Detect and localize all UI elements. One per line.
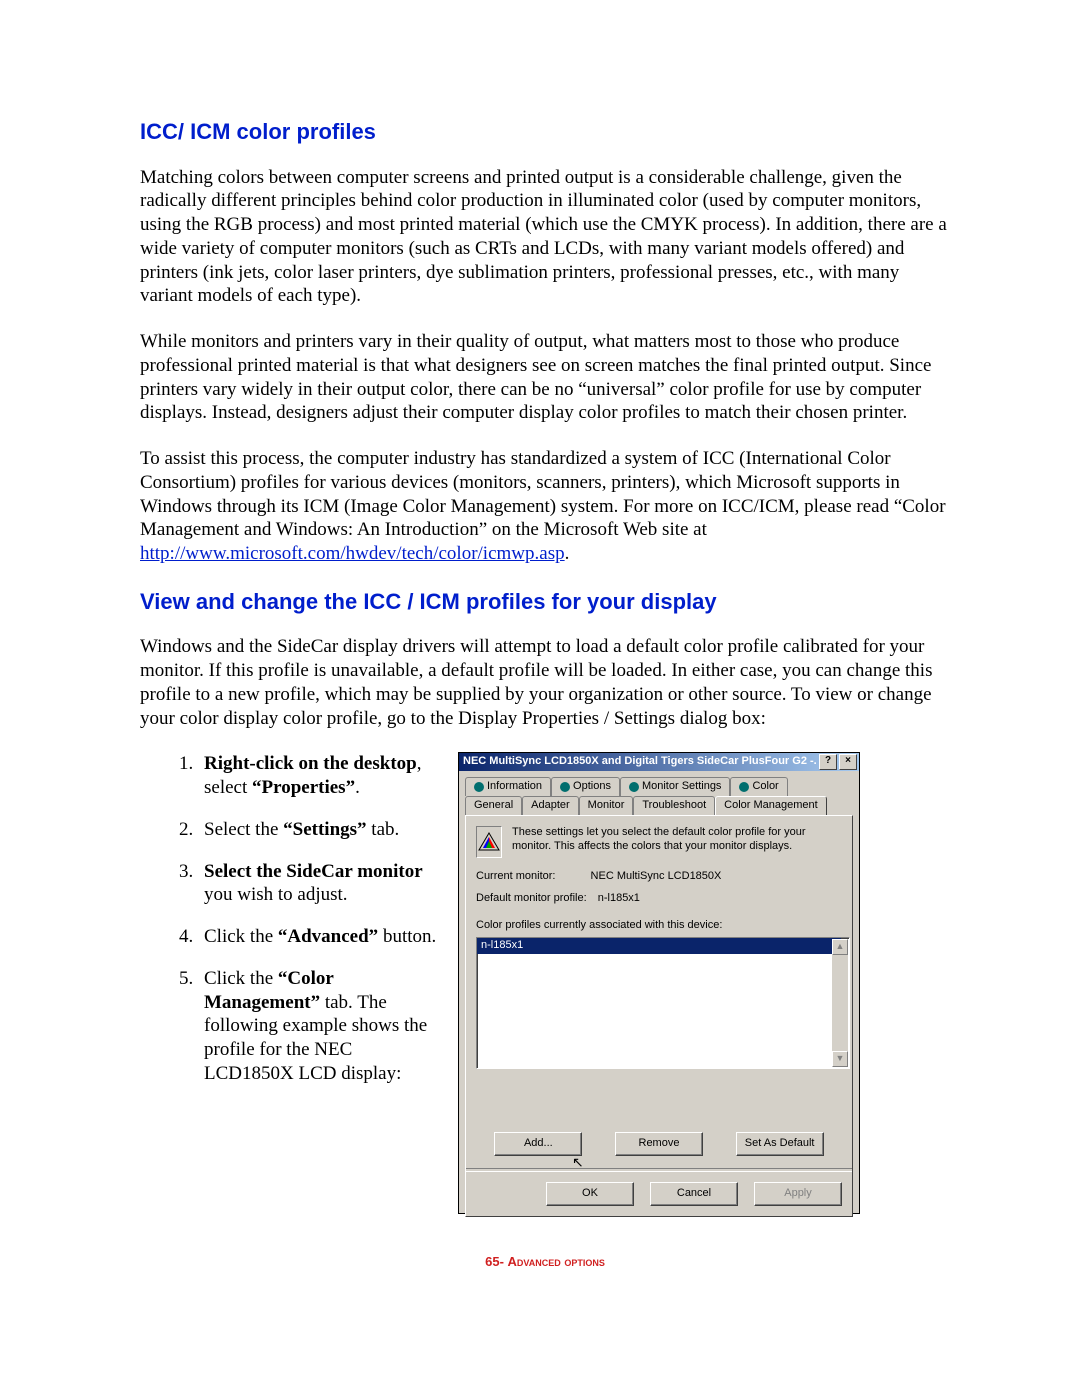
text: “Settings”: [283, 819, 366, 840]
tab-area: Information Options Monitor Settings Col…: [459, 771, 859, 815]
tab-general[interactable]: General: [465, 796, 522, 815]
text: .: [355, 777, 360, 798]
ok-button[interactable]: OK: [546, 1182, 634, 1206]
prism-icon: [476, 826, 502, 858]
paragraph: To assist this process, the computer ind…: [140, 447, 950, 566]
steps-list: Right-click on the desktop, select “Prop…: [140, 752, 440, 1085]
tab-information[interactable]: Information: [465, 777, 551, 796]
text: Right-click on the desktop: [204, 753, 417, 774]
tab-row-top: Information Options Monitor Settings Col…: [465, 777, 853, 796]
current-monitor-label: Current monitor:: [476, 870, 555, 884]
tab-label: Options: [573, 780, 611, 794]
step-3: Select the SideCar monitor you wish to a…: [198, 860, 440, 908]
description-row: These settings let you select the defaul…: [476, 826, 842, 858]
scrollbar[interactable]: ▲ ▼: [832, 939, 848, 1067]
default-profile-label: Default monitor profile:: [476, 892, 587, 906]
paragraph: Windows and the SideCar display drivers …: [140, 635, 950, 730]
tab-label: Monitor: [588, 799, 625, 813]
paragraph: While monitors and printers vary in thei…: [140, 330, 950, 425]
help-button[interactable]: ?: [819, 754, 837, 770]
dialog-buttons: OK Cancel Apply: [476, 1182, 842, 1206]
page-number: 65-: [485, 1254, 507, 1269]
tab-icon: [629, 782, 639, 792]
scroll-down-button[interactable]: ▼: [832, 1051, 848, 1067]
heading-icc-icm: ICC/ ICM color profiles: [140, 118, 950, 146]
microsoft-link[interactable]: http://www.microsoft.com/hwdev/tech/colo…: [140, 543, 565, 564]
separator: [466, 1168, 852, 1172]
step-2: Select the “Settings” tab.: [198, 818, 440, 842]
tab-icon: [739, 782, 749, 792]
remove-button[interactable]: Remove: [615, 1132, 703, 1156]
default-profile-value: n-l185x1: [598, 892, 640, 906]
tab-label: Color: [752, 780, 778, 794]
text: To assist this process, the computer ind…: [140, 448, 946, 540]
tab-label: Information: [487, 780, 542, 794]
text: tab.: [367, 819, 400, 840]
tab-color[interactable]: Color: [730, 777, 787, 796]
paragraph: Matching colors between computer screens…: [140, 166, 950, 309]
profiles-listbox[interactable]: n-l185x1 ▲ ▼: [476, 937, 850, 1069]
description-text: These settings let you select the defaul…: [512, 826, 842, 854]
profile-list-item[interactable]: n-l185x1: [477, 938, 841, 954]
dialog-column: NEC MultiSync LCD1850X and Digital Tiger…: [458, 752, 950, 1214]
current-monitor-row: Current monitor: NEC MultiSync LCD1850X: [476, 870, 842, 884]
text: “Advanced”: [278, 926, 378, 947]
document-page: ICC/ ICM color profiles Matching colors …: [0, 0, 1080, 1311]
scroll-up-button[interactable]: ▲: [832, 939, 848, 955]
tab-label: Adapter: [531, 799, 570, 813]
steps-and-dialog: Right-click on the desktop, select “Prop…: [140, 752, 950, 1214]
step-4: Click the “Advanced” button.: [198, 925, 440, 949]
current-monitor-value: NEC MultiSync LCD1850X: [591, 870, 722, 884]
tab-label: Color Management: [724, 799, 818, 813]
section-name: Advanced options: [508, 1254, 605, 1269]
apply-button[interactable]: Apply: [754, 1182, 842, 1206]
step-5: Click the “Color Management” tab. The fo…: [198, 967, 440, 1086]
tab-troubleshoot[interactable]: Troubleshoot: [633, 796, 715, 815]
dialog-titlebar[interactable]: NEC MultiSync LCD1850X and Digital Tiger…: [459, 753, 859, 771]
steps-column: Right-click on the desktop, select “Prop…: [140, 752, 440, 1103]
tab-row-bottom: General Adapter Monitor Troubleshoot Col…: [465, 796, 853, 815]
tab-adapter[interactable]: Adapter: [522, 796, 579, 815]
properties-dialog: NEC MultiSync LCD1850X and Digital Tiger…: [458, 752, 860, 1214]
default-profile-row: Default monitor profile: n-l185x1: [476, 892, 842, 906]
tab-monitor[interactable]: Monitor: [579, 796, 634, 815]
dialog-title: NEC MultiSync LCD1850X and Digital Tiger…: [463, 755, 817, 769]
profile-buttons: Add... Remove Set As Default: [476, 1132, 842, 1156]
tab-monitor-settings[interactable]: Monitor Settings: [620, 777, 730, 796]
text: “Properties”: [252, 777, 355, 798]
tab-options[interactable]: Options: [551, 777, 620, 796]
cancel-button[interactable]: Cancel: [650, 1182, 738, 1206]
heading-view-change: View and change the ICC / ICM profiles f…: [140, 588, 950, 616]
text: button.: [378, 926, 436, 947]
tab-label: Monitor Settings: [642, 780, 721, 794]
close-button[interactable]: ×: [839, 754, 857, 770]
set-default-button[interactable]: Set As Default: [736, 1132, 824, 1156]
text: Select the SideCar monitor: [204, 861, 423, 882]
add-button[interactable]: Add...: [494, 1132, 582, 1156]
associated-label: Color profiles currently associated with…: [476, 919, 842, 933]
tab-icon: [474, 782, 484, 792]
tab-panel: These settings let you select the defaul…: [465, 815, 853, 1217]
tab-color-management[interactable]: Color Management: [715, 796, 827, 815]
step-1: Right-click on the desktop, select “Prop…: [198, 752, 440, 800]
text: Select the: [204, 819, 283, 840]
text: Click the: [204, 968, 278, 989]
text: Click the: [204, 926, 278, 947]
tab-icon: [560, 782, 570, 792]
tab-label: General: [474, 799, 513, 813]
text: you wish to adjust.: [204, 884, 348, 905]
page-footer: 65- Advanced options: [140, 1254, 950, 1270]
tab-label: Troubleshoot: [642, 799, 706, 813]
text: .: [565, 543, 570, 564]
